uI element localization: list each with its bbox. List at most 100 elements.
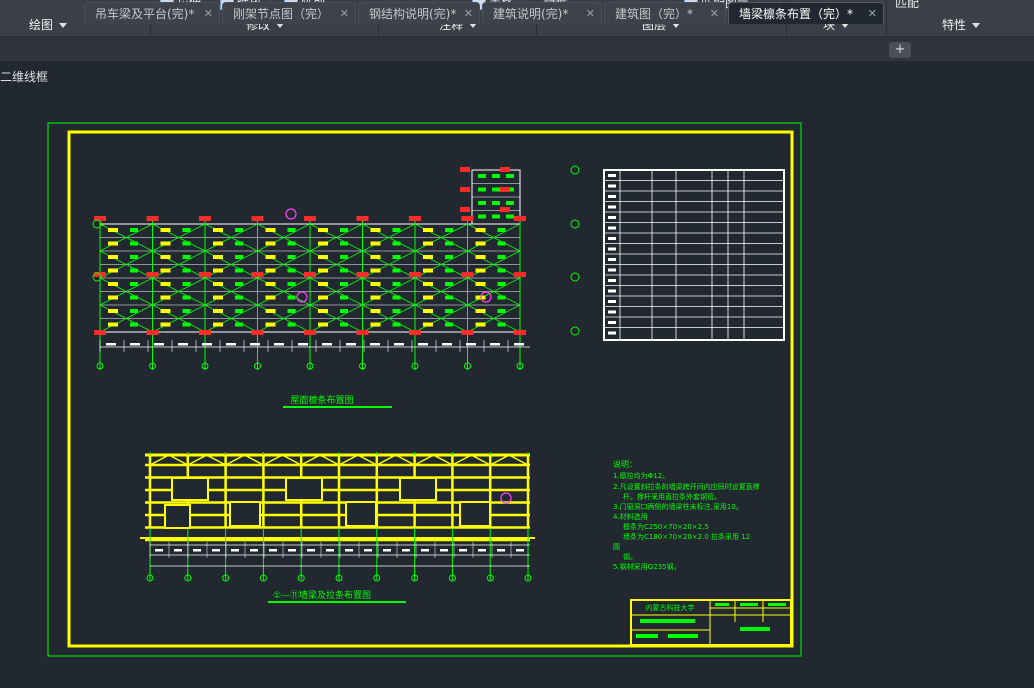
dimension-text: [516, 549, 524, 552]
column-tag: [304, 216, 316, 221]
note-line: 檩条为C250×70×20×2.5: [623, 522, 709, 531]
column-tag: [356, 272, 369, 277]
purlin-label: [287, 309, 296, 313]
purlin-label: [160, 295, 171, 300]
dimension-text: [490, 343, 500, 346]
purlin-label: [265, 322, 276, 327]
dimension-text: [226, 343, 236, 346]
purlin-label: [235, 282, 243, 286]
column-tag: [199, 216, 211, 221]
purlin-label: [108, 282, 118, 286]
purlin-label: [130, 241, 138, 246]
purlin-label: [370, 255, 381, 259]
dimension-text: [154, 343, 164, 346]
axis-bubble: [570, 165, 580, 175]
column-tag: [500, 167, 510, 172]
purlin-label: [213, 268, 223, 273]
purlin-label: [108, 241, 118, 246]
dimension-text: [155, 549, 163, 552]
purlin-label: [265, 268, 276, 273]
purlin-label: [108, 322, 118, 327]
purlin-label: [287, 322, 296, 327]
purlin-label: [445, 228, 453, 232]
purlin-label: [235, 268, 243, 273]
column-tag: [251, 330, 264, 335]
purlin-label: [492, 187, 500, 192]
column-tag: [514, 272, 526, 277]
roof-purlin-plan: [92, 165, 580, 370]
purlin-label: [287, 241, 296, 246]
purlin-label: [130, 282, 138, 286]
table-cell-text: [608, 268, 616, 272]
column-tag: [409, 272, 421, 277]
purlin-label: [160, 268, 171, 273]
column-tag: [409, 216, 421, 221]
dimension-text: [326, 549, 334, 552]
column-tag: [461, 272, 474, 277]
purlin-label: [423, 282, 433, 286]
sheet-border: [47, 122, 802, 657]
title-block: 内蒙古科技大学: [630, 599, 792, 646]
purlin-label: [340, 309, 348, 313]
column-tag: [146, 216, 159, 221]
purlin-label: [213, 295, 223, 300]
wall-opening: [164, 504, 191, 529]
dimension-text: [442, 343, 452, 346]
purlin-label: [370, 309, 381, 313]
purlin-label: [478, 214, 486, 219]
purlin-label: [287, 282, 296, 286]
purlin-label: [423, 228, 433, 232]
purlin-label: [506, 214, 514, 219]
purlin-label: [392, 295, 401, 300]
purlin-label: [318, 268, 328, 273]
purlin-label: [130, 295, 138, 300]
note-line: 墙条为C180×70×20×2.0 拉条采用 12: [623, 532, 750, 541]
purlin-label: [370, 322, 381, 327]
dimension-text: [459, 549, 467, 552]
purlin-label: [423, 322, 433, 327]
purlin-label: [160, 282, 171, 286]
purlin-label: [182, 309, 191, 313]
dimension-text: [346, 343, 356, 346]
column-tag: [460, 187, 470, 192]
dimension-text: [466, 343, 476, 346]
dimension-text: [193, 549, 201, 552]
purlin-label: [423, 295, 433, 300]
purlin-label: [235, 228, 243, 232]
dimension-text: [402, 549, 410, 552]
drawing-canvas[interactable]: 屋面檩条布置图 ①—⑪墙梁及拉条布置图 说明： 1.檩拉均为Φ12。 2.凡设置…: [0, 0, 1034, 688]
table-cell-text: [608, 174, 616, 177]
purlin-label: [130, 268, 138, 273]
purlin-label: [160, 322, 171, 327]
purlin-label: [497, 241, 506, 246]
column-tag: [514, 330, 526, 335]
section-marker: [285, 208, 297, 220]
purlin-label: [213, 255, 223, 259]
purlin-label: [108, 228, 118, 232]
column-tag: [500, 207, 510, 212]
purlin-label: [235, 241, 243, 246]
member-schedule-table: [603, 169, 785, 341]
purlin-label: [340, 282, 348, 286]
purlin-label: [182, 322, 191, 327]
note-line: 5.钢材采用Q235钢。: [613, 562, 681, 571]
column-tag: [461, 216, 474, 221]
purlin-label: [130, 309, 138, 313]
dimension-text: [106, 343, 116, 346]
purlin-label: [287, 268, 296, 273]
purlin-label: [318, 255, 328, 259]
purlin-label: [108, 268, 118, 273]
table-cell-text: [608, 237, 616, 240]
purlin-label: [318, 295, 328, 300]
purlin-label: [475, 268, 486, 273]
purlin-label: [445, 322, 453, 327]
purlin-label: [370, 282, 381, 286]
table-cell-text: [608, 279, 616, 282]
dimension-text: [202, 343, 212, 346]
purlin-label: [235, 255, 243, 259]
purlin-label: [445, 241, 453, 246]
dimension-text: [345, 549, 353, 552]
dimension-text: [394, 343, 404, 346]
purlin-label: [340, 322, 348, 327]
purlin-label: [475, 255, 486, 259]
